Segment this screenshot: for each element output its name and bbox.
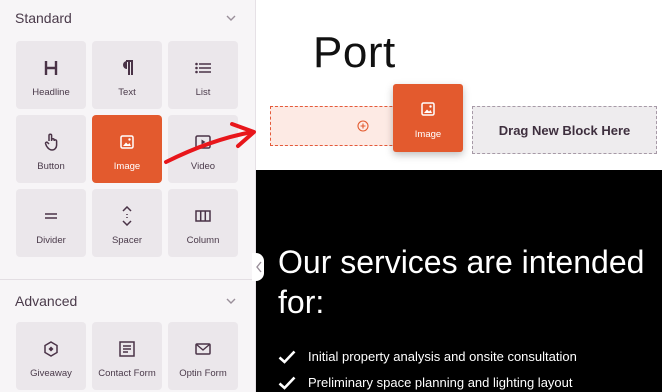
block-text[interactable]: Text xyxy=(92,41,162,109)
block-label: Optin Form xyxy=(179,368,227,379)
red-arrow-annotation xyxy=(164,122,256,164)
block-label: Text xyxy=(118,87,136,98)
plus-circle-icon xyxy=(357,120,369,132)
optin-form-icon xyxy=(195,338,211,360)
block-label: Headline xyxy=(32,87,70,98)
standard-section-title: Standard xyxy=(15,10,72,26)
block-column[interactable]: Column xyxy=(168,189,238,257)
drag-new-block-placeholder[interactable]: Drag New Block Here xyxy=(472,106,657,154)
chevron-down-icon xyxy=(226,298,236,304)
advanced-section-title: Advanced xyxy=(15,293,78,309)
block-label: Button xyxy=(37,161,65,172)
block-optin-form[interactable]: Optin Form xyxy=(168,322,238,390)
paragraph-icon xyxy=(120,57,134,79)
dragging-label: Image xyxy=(414,129,442,140)
block-giveaway[interactable]: Giveaway xyxy=(16,322,86,390)
list-icon xyxy=(195,57,211,79)
block-label: Giveaway xyxy=(30,368,72,379)
block-contact-form[interactable]: Contact Form xyxy=(92,322,162,390)
headline-icon xyxy=(44,57,58,79)
contact-form-icon xyxy=(119,338,135,360)
block-label: Column xyxy=(186,235,220,246)
image-icon xyxy=(421,102,435,121)
block-button[interactable]: Button xyxy=(16,115,86,183)
image-icon xyxy=(120,131,134,153)
blocks-sidebar: Standard Headline Text List Button Image… xyxy=(0,0,256,392)
block-image[interactable]: Image xyxy=(92,115,162,183)
block-label: List xyxy=(195,87,211,98)
drag-new-block-label: Drag New Block Here xyxy=(498,122,631,138)
giveaway-icon xyxy=(44,338,58,360)
check-icon xyxy=(278,376,296,390)
block-label: Contact Form xyxy=(98,368,156,379)
pointer-icon xyxy=(44,131,58,153)
block-list[interactable]: List xyxy=(168,41,238,109)
chevron-left-icon xyxy=(256,261,262,273)
service-text: Preliminary space planning and lighting … xyxy=(308,375,573,390)
block-label: Divider xyxy=(36,235,66,246)
services-heading: Our services are intended for: xyxy=(278,244,645,320)
block-label: Image xyxy=(113,161,141,172)
block-headline[interactable]: Headline xyxy=(16,41,86,109)
spacer-icon xyxy=(121,205,133,227)
check-icon xyxy=(278,350,296,364)
service-text: Initial property analysis and onsite con… xyxy=(308,349,577,364)
divider-icon xyxy=(44,205,58,227)
page-builder: Standard Headline Text List Button Image… xyxy=(0,0,662,392)
page-title: Port xyxy=(313,28,396,77)
block-spacer[interactable]: Spacer xyxy=(92,189,162,257)
service-item: Preliminary space planning and lighting … xyxy=(278,375,573,390)
section-divider xyxy=(0,279,256,280)
dragging-image-block[interactable]: Image xyxy=(393,84,463,152)
block-label: Spacer xyxy=(111,235,143,246)
advanced-section-header[interactable]: Advanced xyxy=(0,283,256,319)
service-item: Initial property analysis and onsite con… xyxy=(278,349,577,364)
block-divider[interactable]: Divider xyxy=(16,189,86,257)
column-icon xyxy=(195,205,211,227)
chevron-down-icon xyxy=(226,15,236,21)
standard-section-header[interactable]: Standard xyxy=(0,0,256,36)
